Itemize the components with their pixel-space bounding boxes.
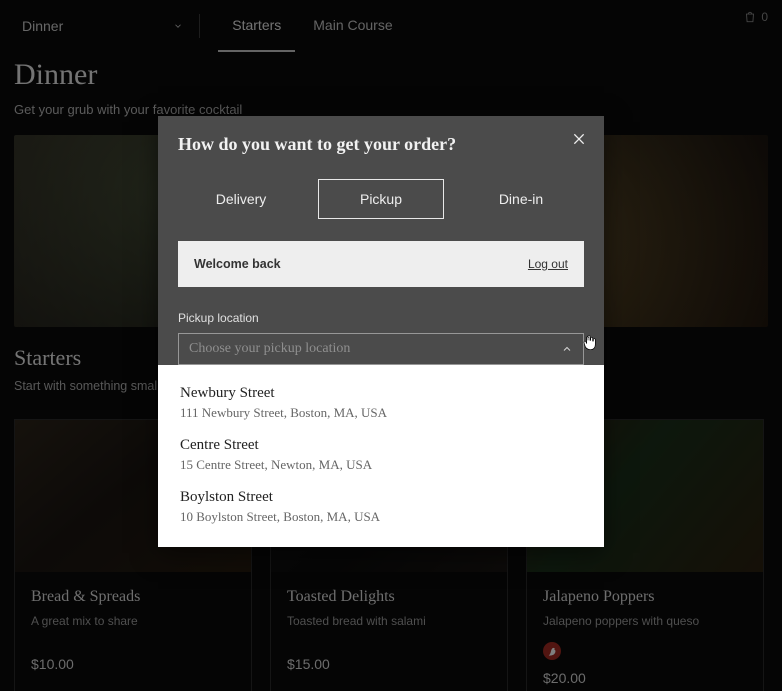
pickup-location-dropdown: Newbury Street 111 Newbury Street, Bosto… [158,365,604,547]
location-name: Boylston Street [180,489,582,506]
method-row: Delivery Pickup Dine-in [178,179,584,219]
logout-link[interactable]: Log out [528,257,568,271]
location-option-centre[interactable]: Centre Street 15 Centre Street, Newton, … [158,429,604,481]
close-button[interactable] [568,128,590,150]
welcome-box: Welcome back Log out [178,241,584,287]
pickup-location-select[interactable]: Choose your pickup location [178,333,584,365]
method-dinein[interactable]: Dine-in [458,179,584,219]
pickup-placeholder: Choose your pickup location [189,341,350,357]
location-address: 10 Boylston Street, Boston, MA, USA [180,509,582,525]
cursor-icon [582,333,598,353]
pickup-location-label: Pickup location [178,311,584,325]
welcome-text: Welcome back [194,257,281,271]
location-name: Centre Street [180,437,582,454]
method-pickup[interactable]: Pickup [318,179,444,219]
close-icon [571,131,587,147]
location-address: 15 Centre Street, Newton, MA, USA [180,457,582,473]
location-option-newbury[interactable]: Newbury Street 111 Newbury Street, Bosto… [158,377,604,429]
location-option-boylston[interactable]: Boylston Street 10 Boylston Street, Bost… [158,481,604,533]
order-method-modal: How do you want to get your order? Deliv… [158,116,604,547]
chevron-up-icon [561,343,573,355]
location-name: Newbury Street [180,385,582,402]
location-address: 111 Newbury Street, Boston, MA, USA [180,405,582,421]
method-delivery[interactable]: Delivery [178,179,304,219]
modal-title: How do you want to get your order? [178,134,584,155]
